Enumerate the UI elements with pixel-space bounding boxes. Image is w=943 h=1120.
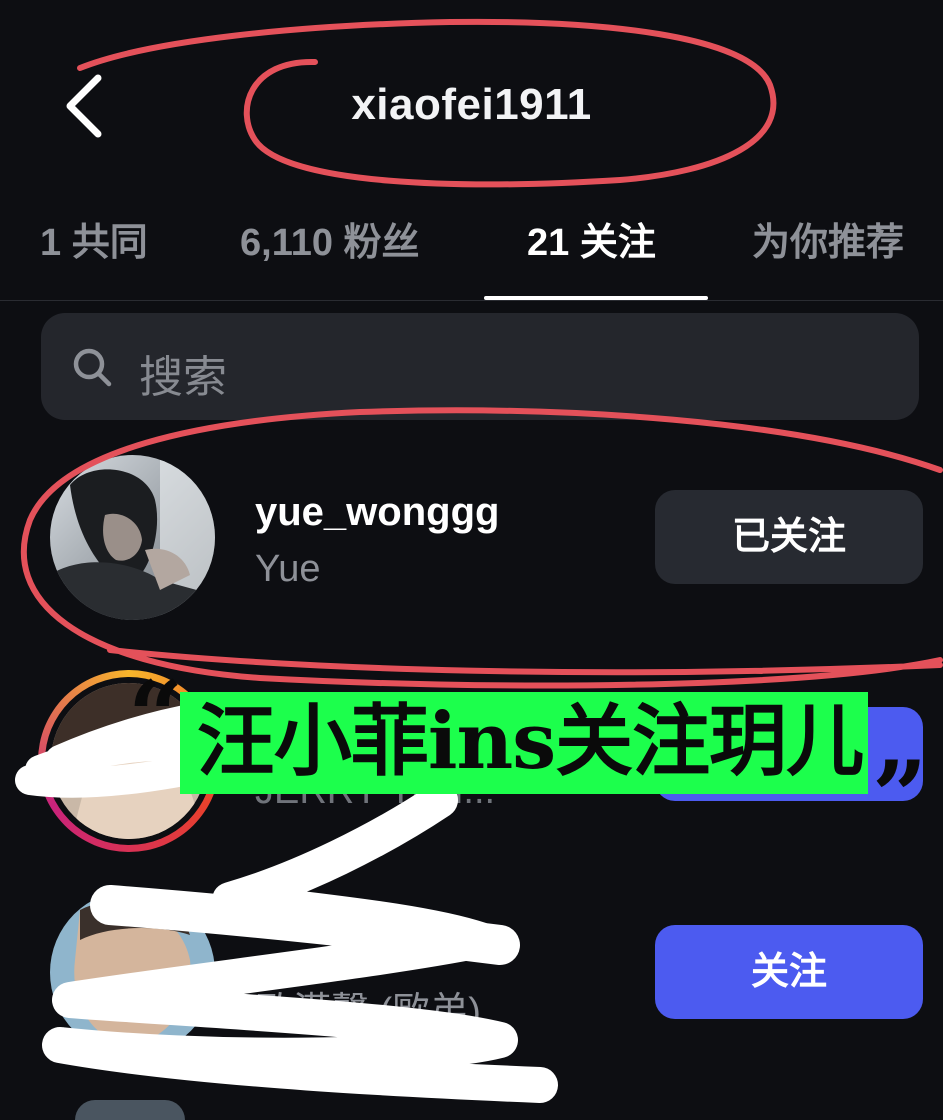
tab-following[interactable]: 21 关注	[527, 213, 656, 273]
avatar[interactable]	[50, 455, 215, 620]
active-tab-indicator	[484, 296, 708, 300]
header: xiaofei1911	[0, 0, 943, 200]
username: yue_wonggg	[255, 490, 500, 534]
caption-text: 汪小菲ins关注玥儿	[196, 696, 864, 787]
tab-bar: 1 共同 6,110 粉丝 21 关注 为你推荐	[0, 205, 943, 301]
search-placeholder: 搜索	[139, 353, 227, 402]
list-item[interactable]: yue_wonggg Yue 已关注	[0, 445, 943, 635]
following-button[interactable]: 已关注	[655, 490, 923, 584]
list-item[interactable]: 歐漢聲 (歐弟) 关注	[0, 880, 943, 1070]
display-name: Yue	[255, 548, 321, 590]
follow-button[interactable]: 关注	[655, 925, 923, 1019]
tab-mutual[interactable]: 1 共同	[40, 213, 148, 273]
avatar[interactable]	[75, 1100, 185, 1120]
search-input[interactable]: 搜索	[41, 313, 919, 420]
close-quote: ”	[872, 740, 928, 853]
tab-suggested[interactable]: 为你推荐	[752, 213, 904, 273]
avatar[interactable]	[50, 890, 215, 1055]
search-icon	[73, 348, 112, 387]
page-title: xiaofei1911	[351, 80, 592, 129]
tab-followers[interactable]: 6,110 粉丝	[240, 213, 420, 273]
display-name: 歐漢聲 (歐弟)	[255, 991, 481, 1033]
